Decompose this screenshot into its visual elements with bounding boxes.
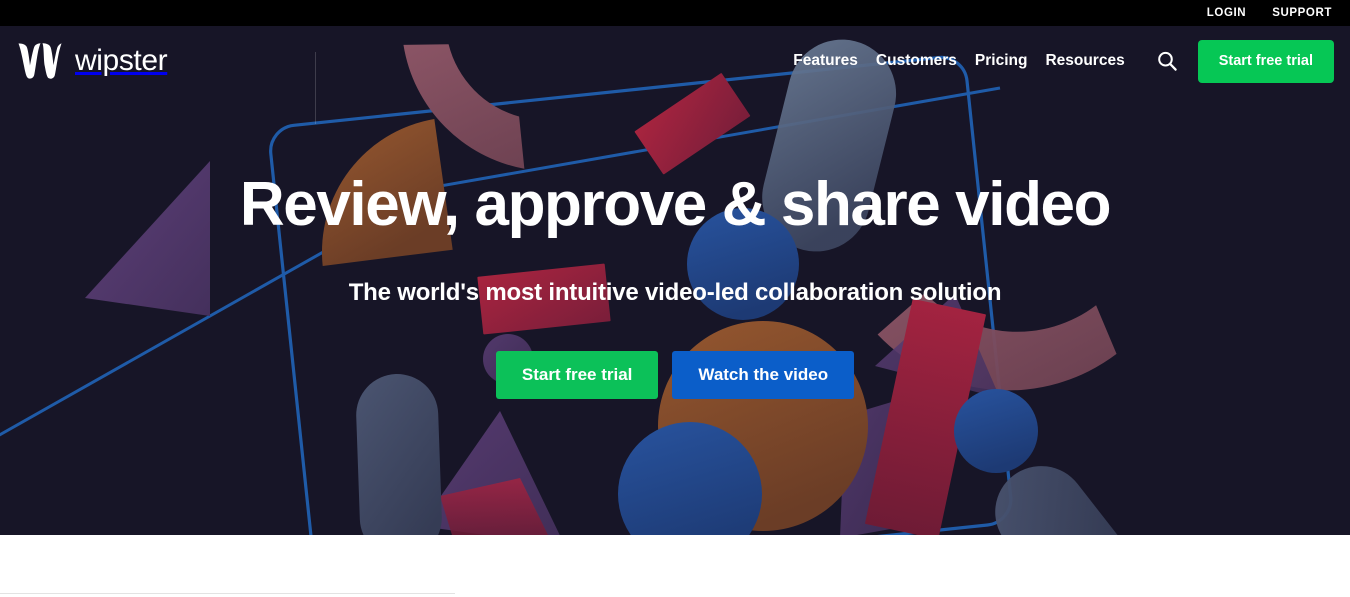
main-navigation: Features Customers Pricing Resources Sta… <box>784 26 1350 96</box>
hero-actions: Start free trial Watch the video <box>495 307 855 400</box>
hero-title: Review, approve & share video <box>239 170 1112 239</box>
nav-item-features[interactable]: Features <box>784 52 867 70</box>
logo-wordmark: wipster <box>75 44 168 77</box>
nav-item-customers[interactable]: Customers <box>867 52 966 70</box>
topbar-link-support[interactable]: SUPPORT <box>1272 0 1332 26</box>
header-divider <box>315 52 316 124</box>
site-logo[interactable]: wipster <box>16 41 168 81</box>
hero-content: Review, approve & share video The world'… <box>0 26 1350 535</box>
wipster-w-logo-icon <box>18 43 62 79</box>
hero-watch-the-video-button[interactable]: Watch the video <box>672 351 855 400</box>
nav-item-resources[interactable]: Resources <box>1036 52 1133 70</box>
search-icon <box>1157 51 1177 71</box>
hero-section: Review, approve & share video The world'… <box>0 26 1350 535</box>
top-utility-bar: LOGIN SUPPORT <box>0 0 1350 26</box>
nav-item-pricing[interactable]: Pricing <box>966 52 1037 70</box>
hero-start-free-trial-button[interactable]: Start free trial <box>495 351 659 400</box>
header-start-free-trial-button[interactable]: Start free trial <box>1197 39 1334 83</box>
site-header: wipster Features Customers Pricing Resou… <box>0 26 1350 124</box>
topbar-link-login[interactable]: LOGIN <box>1207 0 1246 26</box>
below-hero-section <box>0 535 1350 597</box>
hero-subtitle: The world's most intuitive video-led col… <box>348 279 1002 307</box>
section-divider-rule <box>0 593 455 594</box>
search-button[interactable] <box>1150 44 1184 78</box>
page-root: LOGIN SUPPORT Review, approve & share vi… <box>0 0 1350 597</box>
